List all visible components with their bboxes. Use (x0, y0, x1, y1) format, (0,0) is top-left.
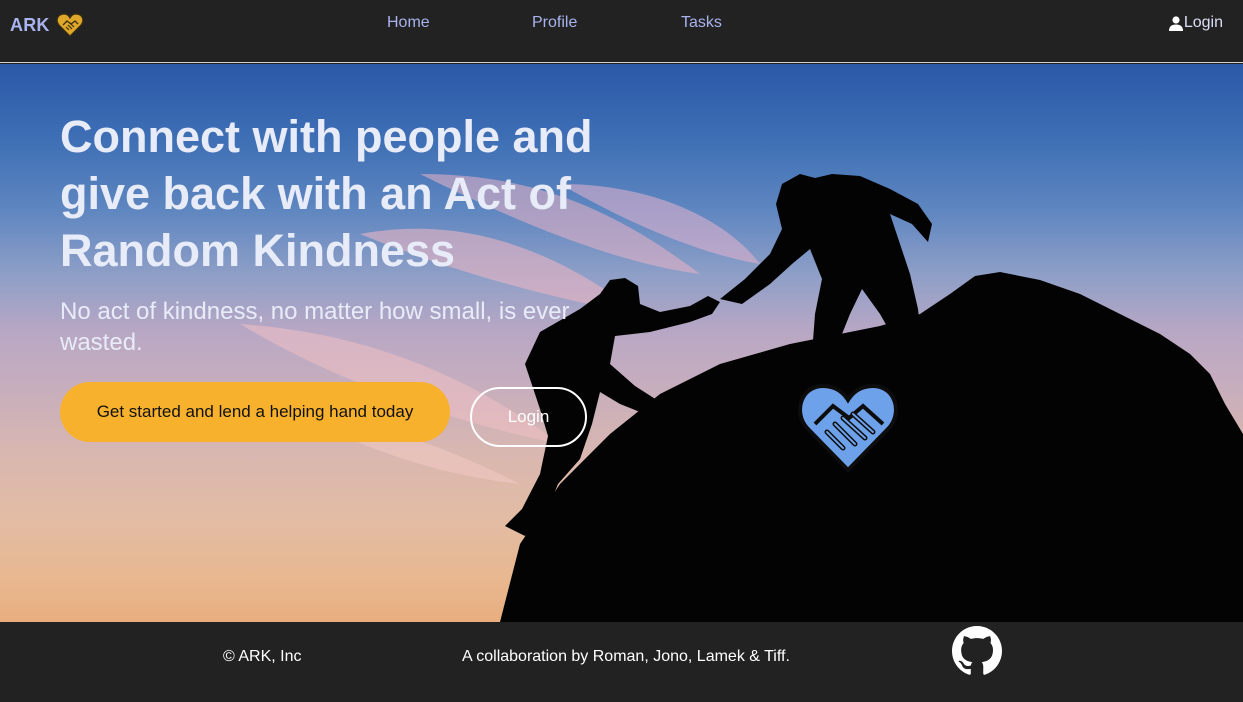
brand-name: ARK (10, 14, 50, 35)
nav-home[interactable]: Home (387, 14, 430, 32)
nav-tasks[interactable]: Tasks (681, 14, 722, 32)
footer-collaboration: A collaboration by Roman, Jono, Lamek & … (462, 648, 790, 665)
hero-title: Connect with people and give back with a… (60, 111, 593, 276)
nav-login[interactable]: Login (1168, 14, 1223, 32)
nav-profile[interactable]: Profile (532, 14, 577, 32)
footer-copyright: © ARK, Inc (223, 648, 302, 665)
brand-link[interactable]: ARK (10, 12, 84, 38)
footer: © ARK, Inc A collaboration by Roman, Jon… (0, 622, 1243, 702)
github-icon[interactable] (952, 626, 1002, 676)
nav-login-label: Login (1183, 14, 1223, 31)
hero-login-button[interactable]: Login (470, 387, 587, 447)
user-icon (1168, 15, 1183, 31)
get-started-button[interactable]: Get started and lend a helping hand toda… (60, 382, 450, 442)
navbar: ARK Home Profile Tasks Login (0, 0, 1243, 63)
heart-handshake-icon (798, 383, 898, 473)
hero-section: Connect with people and give back with a… (0, 64, 1243, 622)
heart-handshake-icon (56, 12, 84, 38)
hero-subtitle: No act of kindness, no matter how small,… (60, 298, 570, 356)
